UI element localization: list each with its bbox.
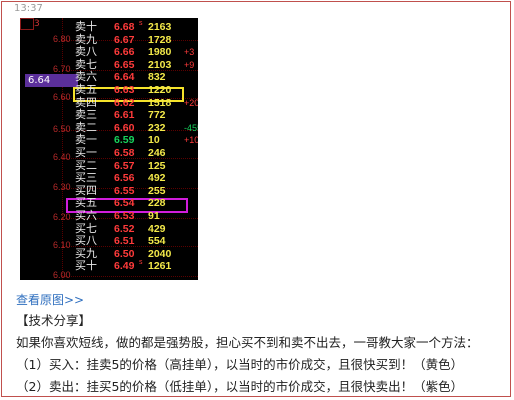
order-row: 买十 6.49 s 1261 (20, 259, 198, 273)
order-volume: 1261 (148, 260, 172, 273)
paragraph-buy: （1）买入：挂卖5的价格（高挂单），以当时的市价成交，且很快买到！（黄色） (16, 357, 464, 372)
order-level-name: 买十 (75, 260, 97, 273)
price-axis-label: 6.60 (53, 92, 71, 102)
paragraph-sell: （2）卖出：挂买5的价格（低挂单），以当时的市价成交，且很快卖出！（紫色） (16, 379, 464, 394)
order-price: 6.49 (114, 260, 135, 273)
price-axis-label: 6.20 (53, 212, 71, 222)
order-book-panel: 3 6.64 卖十 6.68 s 2163 卖九 6.67 1728 卖八 6.66 1980 +3… (20, 18, 198, 280)
price-mark: s (139, 20, 143, 27)
price-axis-label: 6.30 (53, 182, 71, 192)
price-mark: s (139, 259, 143, 267)
section-heading: 【技术分享】 (16, 313, 92, 328)
price-axis-label: 6.70 (53, 64, 71, 74)
paragraph-intro: 如果你喜欢短线，做的都是强势股，担心买不到和卖不出去，一哥教大家一个方法： (16, 335, 479, 350)
price-axis-label: 6.80 (53, 34, 71, 44)
price-axis-label: 6.40 (53, 152, 71, 162)
price-axis-label: 6.00 (53, 270, 71, 280)
view-original-link[interactable]: 查看原图>> (16, 291, 84, 308)
timestamp: 13:37 (14, 3, 43, 14)
price-axis-label: 6.50 (53, 124, 71, 134)
price-axis-label: 6.10 (53, 240, 71, 250)
grid-horizontal (62, 276, 198, 277)
